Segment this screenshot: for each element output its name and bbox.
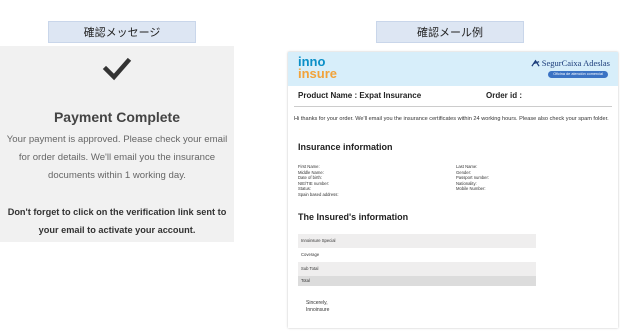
email-message: Hi thanks for your order. We'll email yo… [294, 116, 609, 122]
field-label: Spain based address: [298, 191, 339, 197]
product-name: Product Name : Expat Insurance [298, 91, 422, 100]
insurance-fields-left: First Name: Middle Name: Date of birth: … [298, 164, 339, 198]
checkmark-icon [102, 57, 132, 81]
signoff-name: Innoinsure [306, 306, 330, 313]
payment-complete-title: Payment Complete [53, 109, 181, 125]
email-signoff: Sincerely, Innoinsure [306, 300, 329, 313]
table-row-total: Total [298, 276, 536, 286]
email-header: inno insure SegurCaixa Adeslas Oficina d… [288, 52, 618, 86]
table-row: Coverage [301, 252, 320, 257]
payment-approved-message: Your payment is approved. Please check y… [6, 134, 228, 181]
verification-reminder: Don't forget to click on the verificatio… [7, 207, 227, 235]
star-logo-icon [531, 59, 540, 67]
divider [294, 106, 612, 107]
confirmation-email-preview: inno insure SegurCaixa Adeslas Oficina d… [288, 52, 618, 328]
confirmation-message-label: 確認メッセージ [48, 21, 196, 43]
segurcaixa-brand: SegurCaixa Adeslas [531, 58, 610, 68]
field-label: Mobile Number: [456, 186, 486, 192]
payment-complete-card: Payment Complete Your payment is approve… [0, 46, 234, 242]
table-row: Sub Total [298, 262, 536, 276]
table-row: Innoinsure Special [298, 234, 536, 248]
order-id: Order id : [486, 91, 523, 100]
signoff-line: Sincerely, [306, 300, 328, 306]
insurance-info-heading: Insurance information [298, 142, 393, 152]
innoinsure-logo: inno insure [298, 54, 338, 81]
brand-office-badge: Oficina de atención comercial [548, 71, 608, 78]
product-row: Product Name : Expat Insurance Order id … [298, 91, 608, 103]
insurance-fields-right: Last Name: Gender: Passport number: Nati… [456, 164, 489, 192]
insured-info-heading: The Insured's information [298, 212, 409, 222]
field-label: Passport number: [456, 175, 490, 181]
confirmation-email-label: 確認メール例 [376, 21, 524, 43]
insured-table: Innoinsure Special Coverage Sub Total To… [298, 234, 536, 286]
